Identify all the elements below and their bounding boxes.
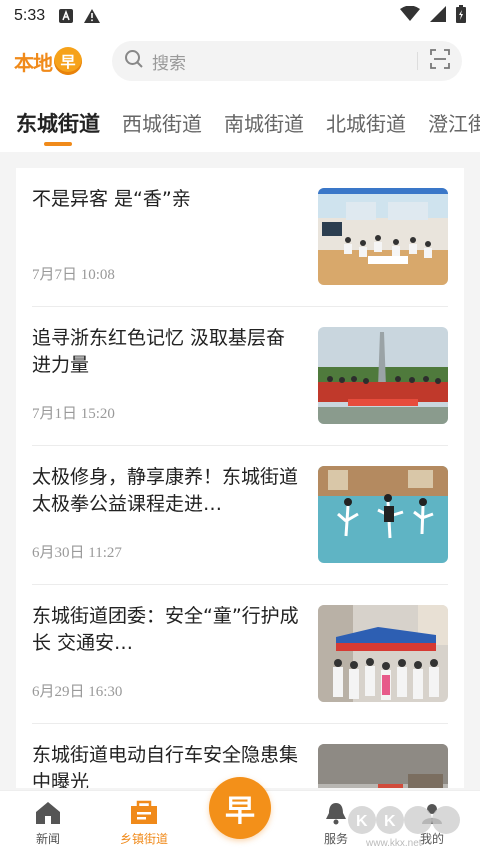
logo-text: 本地 xyxy=(14,50,53,75)
nav-label: 我的 xyxy=(419,832,444,846)
news-thumbnail xyxy=(318,466,448,563)
news-thumbnail xyxy=(318,188,448,285)
tab-label: 东城街道 xyxy=(16,113,100,136)
street-icon xyxy=(129,800,159,826)
nav-street[interactable]: 乡镇街道 xyxy=(96,791,192,855)
logo-badge: 早 xyxy=(54,47,82,75)
news-thumbnail xyxy=(318,327,448,424)
signal-icon xyxy=(430,6,446,26)
news-date: 6月30日 11:27 xyxy=(32,545,122,561)
nav-label: 新闻 xyxy=(35,832,60,846)
news-item[interactable]: 太极修身，静享康养！东城街道太极拳公益课程走进… 6月30日 11:27 xyxy=(32,446,448,585)
news-title: 不是异客 是“香”亲 xyxy=(32,188,191,210)
nav-label: 服务 xyxy=(323,832,348,846)
tab-beicheng[interactable]: 北城街道 xyxy=(326,90,406,137)
scan-icon[interactable] xyxy=(430,49,450,73)
app-logo: 本地 早 xyxy=(14,41,98,81)
warning-icon xyxy=(83,8,101,24)
home-icon xyxy=(35,800,61,826)
news-thumbnail xyxy=(318,744,448,788)
news-feed: 不是异客 是“香”亲 7月7日 10:08 追寻浙东红色记忆 汲取基层奋进力量 … xyxy=(16,168,464,788)
news-item[interactable]: 追寻浙东红色记忆 汲取基层奋进力量 7月1日 15:20 xyxy=(32,307,448,446)
status-time: 5:33 xyxy=(14,7,46,24)
nav-label: 乡镇街道 xyxy=(119,832,168,846)
user-icon xyxy=(420,800,444,826)
center-fab-button[interactable]: 早 xyxy=(209,777,271,839)
tab-dongcheng[interactable]: 东城街道 xyxy=(16,90,100,146)
wifi-icon xyxy=(400,5,420,26)
news-date: 7月7日 10:08 xyxy=(32,267,115,283)
tab-nancheng[interactable]: 南城街道 xyxy=(224,90,304,137)
app-header: 本地 早 搜索 xyxy=(0,32,480,90)
news-title: 追寻浙东红色记忆 汲取基层奋进力量 xyxy=(32,327,286,376)
tab-label: 澄江街 xyxy=(428,114,480,136)
news-item[interactable]: 不是异客 是“香”亲 7月7日 10:08 xyxy=(32,168,448,307)
street-tabs: 东城街道 西城街道 南城街道 北城街道 澄江街 xyxy=(0,90,480,152)
tab-chengjiang[interactable]: 澄江街 xyxy=(428,90,480,137)
status-bar: 5:33 xyxy=(0,0,480,32)
bell-icon xyxy=(325,800,347,826)
nav-mine[interactable]: 我的 xyxy=(384,791,480,855)
news-title: 太极修身，静享康养！东城街道太极拳公益课程走进… xyxy=(32,466,299,515)
search-placeholder: 搜索 xyxy=(152,53,186,74)
active-tab-indicator xyxy=(44,142,72,146)
news-thumbnail xyxy=(318,605,448,702)
tab-label: 北城街道 xyxy=(326,114,406,136)
nav-news[interactable]: 新闻 xyxy=(0,791,96,855)
search-icon xyxy=(124,49,144,73)
tab-xicheng[interactable]: 西城街道 xyxy=(122,90,202,137)
news-title: 东城街道团委：安全“童”行护成长 交通安… xyxy=(32,605,299,654)
news-title: 东城街道电动自行车安全隐患集中曝光 xyxy=(32,744,299,788)
nav-service[interactable]: 服务 xyxy=(288,791,384,855)
search-bar[interactable]: 搜索 xyxy=(112,41,462,81)
news-date: 6月29日 16:30 xyxy=(32,684,123,700)
news-item[interactable]: 东城街道团委：安全“童”行护成长 交通安… 6月29日 16:30 xyxy=(32,585,448,724)
tab-label: 南城街道 xyxy=(224,114,304,136)
battery-icon xyxy=(456,5,466,27)
tab-label: 西城街道 xyxy=(122,114,202,136)
notification-a-icon xyxy=(59,9,74,23)
news-date: 7月1日 15:20 xyxy=(32,406,115,422)
fab-label: 早 xyxy=(225,794,255,829)
search-divider xyxy=(417,52,418,70)
